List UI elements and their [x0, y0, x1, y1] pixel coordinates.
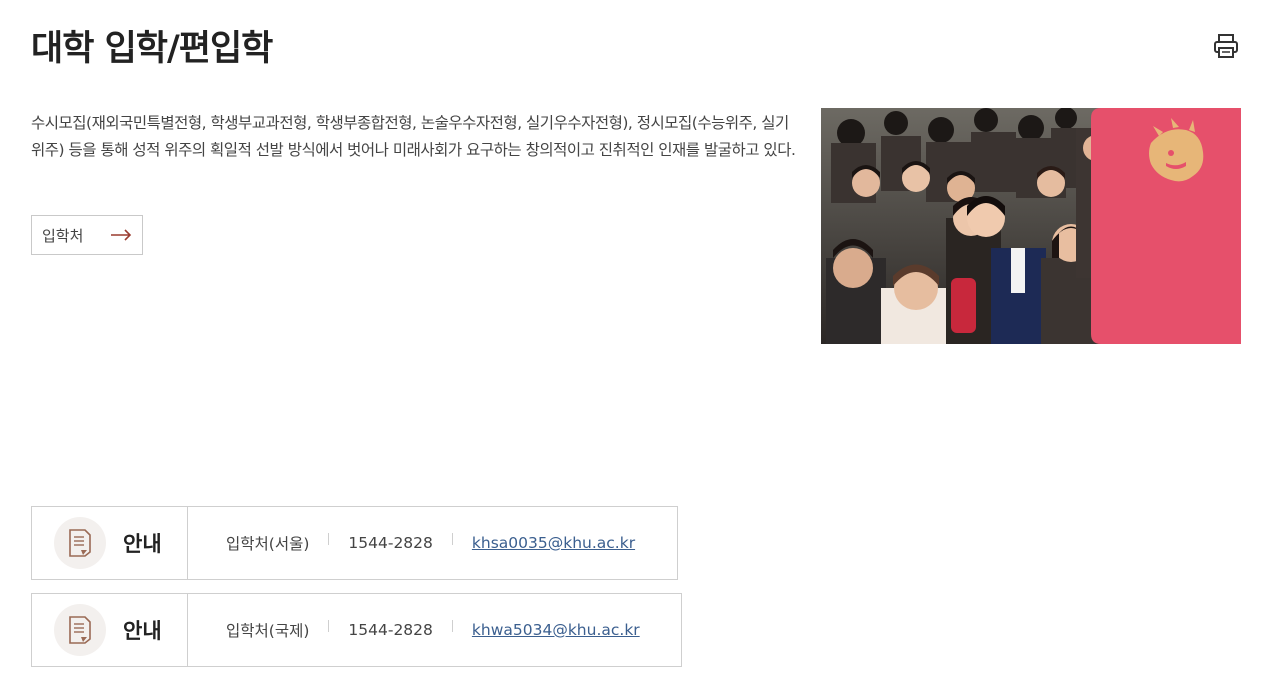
contact-info-heading: 안내 [123, 532, 162, 556]
contact-email-link[interactable]: khsa0035@khu.ac.kr [472, 534, 635, 552]
description-text: 수시모집(재외국민특별전형, 학생부교과전형, 학생부종합전형, 논술우수자전형… [31, 114, 796, 159]
page-title: 대학 입학/편입학 [31, 29, 273, 69]
page: 대학 입학/편입학 수시모집(재외국민특별전형, 학생부교과전형, 학생부종합전… [0, 0, 1277, 700]
contact-office: 입학처(서울) [226, 535, 310, 553]
contact-email-link[interactable]: khwa5034@khu.ac.kr [472, 621, 640, 639]
admissions-crowd-photo [821, 108, 1241, 344]
contact-phone: 1544-2828 [348, 621, 433, 639]
contact-info-head: 안내 [32, 507, 188, 579]
document-icon-circle [54, 604, 106, 656]
contact-info-box-seoul: 안내 입학처(서울) 1544-2828 khsa0035@khu.ac.kr [31, 506, 678, 580]
contact-info-heading: 안내 [123, 619, 162, 643]
document-icon-circle [54, 517, 106, 569]
divider [328, 620, 330, 632]
contact-phone: 1544-2828 [348, 534, 433, 552]
link-button-label: 입학처 [42, 226, 84, 245]
document-icon [69, 529, 91, 557]
print-button[interactable] [1212, 32, 1240, 60]
contact-info-head: 안내 [32, 594, 188, 666]
document-icon [69, 616, 91, 644]
contact-info-box-global: 안내 입학처(국제) 1544-2828 khwa5034@khu.ac.kr [31, 593, 682, 667]
divider [451, 533, 453, 545]
printer-icon [1214, 34, 1238, 58]
divider [328, 533, 330, 545]
contact-office: 입학처(국제) [226, 622, 310, 640]
crowd-photo-illustration [821, 108, 1241, 344]
arrow-right-icon [111, 229, 132, 241]
admissions-office-link-button[interactable]: 입학처 [31, 215, 143, 255]
divider [451, 620, 453, 632]
